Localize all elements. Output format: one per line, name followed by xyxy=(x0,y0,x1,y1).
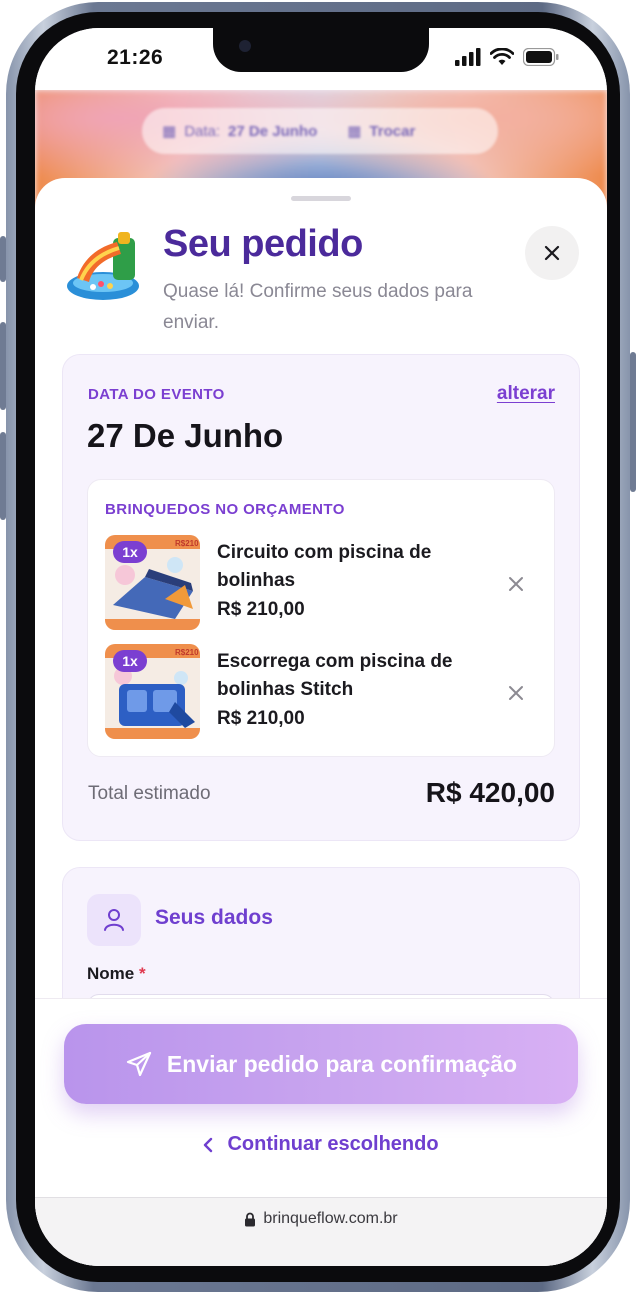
order-sheet: Seu pedido Quase lá! Confirme seus dados… xyxy=(35,178,607,1266)
toys-section-label: BRINQUEDOS NO ORÇAMENTO xyxy=(105,501,345,518)
svg-text:R$210: R$210 xyxy=(175,648,199,657)
total-label: Total estimado xyxy=(88,783,211,804)
name-label-text: Nome xyxy=(87,964,135,983)
chevron-left-icon xyxy=(204,1137,213,1152)
close-button[interactable] xyxy=(525,226,579,280)
notch xyxy=(213,28,429,72)
battery-icon xyxy=(523,48,559,66)
status-icons xyxy=(455,48,559,66)
volume-up-button xyxy=(0,322,6,410)
name-label: Nome * xyxy=(87,964,146,984)
toy-image: R$210 1x xyxy=(105,535,200,630)
toy-name: Circuito com piscina de bolinhas xyxy=(217,542,432,591)
sheet-title: Seu pedido xyxy=(163,223,363,265)
continue-shopping-link[interactable]: Continuar escolhendo xyxy=(35,1133,607,1156)
toy-quantity-badge: 1x xyxy=(113,650,147,672)
front-camera xyxy=(239,40,251,52)
toy-quantity-badge: 1x xyxy=(113,541,147,563)
customer-section-title: Seus dados xyxy=(155,906,273,929)
background-date-label: Data: xyxy=(184,122,221,140)
browser-address-bar[interactable]: brinqueflow.com.br xyxy=(35,1197,607,1266)
toy-price: R$ 210,00 xyxy=(217,708,305,729)
event-date: 27 De Junho xyxy=(87,417,284,454)
url-text: brinqueflow.com.br xyxy=(263,1210,398,1227)
sheet-subtitle: Quase lá! Confirme seus dados para envia… xyxy=(163,281,473,333)
wifi-icon xyxy=(490,48,514,65)
status-time: 21:26 xyxy=(107,46,164,69)
background-date-value: 27 De Junho xyxy=(228,122,318,140)
phone-screen: ▦ Data: 27 De Junho ▦ Trocar 21:26 Seu p… xyxy=(35,28,607,1266)
close-icon xyxy=(509,577,523,591)
toys-card: BRINQUEDOS NO ORÇAMENTO R$210 1x Circuit… xyxy=(87,479,555,757)
required-mark: * xyxy=(138,964,146,983)
power-button xyxy=(630,352,636,492)
sheet-drag-handle[interactable] xyxy=(291,196,351,201)
calendar-icon: ▦ xyxy=(162,123,177,140)
volume-down-button xyxy=(0,432,6,520)
toy-name: Escorrega com piscina de bolinhas Stitch xyxy=(217,651,453,700)
remove-toy-button[interactable] xyxy=(505,573,527,595)
sheet-footer: Enviar pedido para confirmação Continuar… xyxy=(35,998,607,1198)
toy-item: R$210 1x Escorrega com piscina de bolinh… xyxy=(105,644,545,740)
send-order-button[interactable]: Enviar pedido para confirmação xyxy=(64,1024,578,1104)
change-date-link[interactable]: alterar xyxy=(497,383,555,405)
calendar-icon: ▦ xyxy=(347,123,362,140)
user-icon-box xyxy=(87,894,141,946)
remove-toy-button[interactable] xyxy=(505,682,527,704)
svg-text:R$210: R$210 xyxy=(175,539,199,548)
toy-image: R$210 1x xyxy=(105,644,200,739)
header-toy-image xyxy=(63,224,147,308)
toy-price: R$ 210,00 xyxy=(217,599,305,620)
close-icon xyxy=(509,686,523,700)
inflatable-slide-illustration xyxy=(67,232,139,300)
background-change-date: Trocar xyxy=(369,122,416,140)
cellular-signal-icon xyxy=(455,48,481,66)
background-date-pill: ▦ Data: 27 De Junho ▦ Trocar xyxy=(142,108,498,154)
event-date-label: DATA DO EVENTO xyxy=(88,386,225,403)
close-icon xyxy=(544,245,560,261)
toy-item: R$210 1x Circuito com piscina de bolinha… xyxy=(105,535,545,631)
url-display: brinqueflow.com.br xyxy=(35,1210,607,1228)
status-bar: 21:26 xyxy=(35,28,607,90)
send-order-label: Enviar pedido para confirmação xyxy=(166,1050,518,1077)
send-icon xyxy=(126,1051,151,1077)
total-value: R$ 420,00 xyxy=(425,777,555,808)
user-icon xyxy=(104,909,124,931)
continue-shopping-label: Continuar escolhendo xyxy=(227,1133,439,1155)
event-card: DATA DO EVENTO alterar 27 De Junho BRINQ… xyxy=(62,354,580,841)
lock-icon xyxy=(245,1212,256,1226)
mute-switch xyxy=(0,236,6,282)
